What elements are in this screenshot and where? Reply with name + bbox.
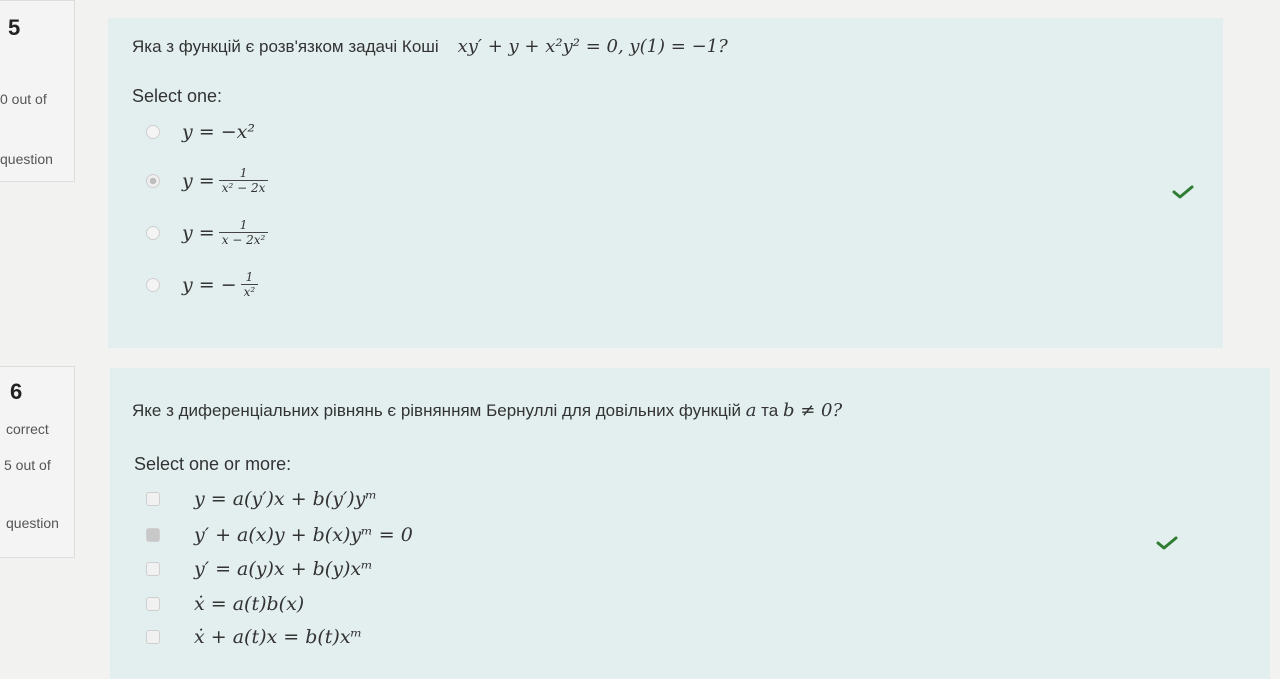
question-state: correct xyxy=(6,421,49,437)
option-formula-lhs: y = xyxy=(182,221,215,244)
question-grade: 5 out of xyxy=(4,457,51,473)
answer-option[interactable]: y′ + a(x)y + b(x)yᵐ = 0 xyxy=(146,524,413,546)
option-formula: y = −x² xyxy=(182,121,255,143)
option-formula-lhs: y = xyxy=(182,169,215,192)
flag-question[interactable]: question xyxy=(6,515,59,531)
select-prompt: Select one or more: xyxy=(134,454,292,474)
check-icon xyxy=(1172,185,1194,199)
option-formula: ẋ = a(t)b(x) xyxy=(194,593,305,615)
answer-option[interactable]: y = 1 x² − 2x xyxy=(146,166,269,195)
option-fraction: 1x − 2x² xyxy=(218,218,269,247)
answer-option[interactable]: y = 1x − 2x² xyxy=(146,218,269,247)
question-info-6: 6 correct 5 out of question xyxy=(0,366,75,558)
question-card-6: Яке з диференціальних рівнянь є рівняння… xyxy=(110,368,1270,679)
checkbox[interactable] xyxy=(146,492,160,506)
question-grade: 0 out of xyxy=(0,91,47,107)
answer-option[interactable]: y = −x² xyxy=(146,121,255,143)
checkbox[interactable] xyxy=(146,630,160,644)
radio-button[interactable] xyxy=(146,277,160,292)
checkbox[interactable] xyxy=(146,597,160,611)
answer-option[interactable]: ẋ + a(t)x = b(t)xᵐ xyxy=(146,626,362,648)
option-formula: ẋ + a(t)x = b(t)xᵐ xyxy=(194,626,363,648)
option-formula-lhs: y = − xyxy=(182,273,237,296)
question-text: Яке з диференціальних рівнянь є рівняння… xyxy=(132,400,843,421)
check-icon xyxy=(1156,536,1178,550)
cauchy-equation: xy′ + y + x²y² = 0, y(1) = −1? xyxy=(457,36,728,57)
question-card-5: Яка з функцій є розв'язком задачі Коші x… xyxy=(108,18,1223,348)
flag-question[interactable]: question xyxy=(0,151,53,167)
checkbox[interactable] xyxy=(146,562,160,576)
question-text: Яка з функцій є розв'язком задачі Коші x… xyxy=(132,36,728,57)
checkbox-checked[interactable] xyxy=(146,528,160,542)
option-formula: y = a(y′)x + b(y′)yᵐ xyxy=(194,488,378,510)
select-prompt: Select one: xyxy=(132,86,223,106)
radio-button[interactable] xyxy=(146,125,160,139)
question-info-5: 5 0 out of question xyxy=(0,0,75,182)
answer-option[interactable]: y = − 1 x² xyxy=(146,270,259,299)
option-formula: y′ = a(y)x + b(y)xᵐ xyxy=(194,558,373,580)
option-fraction: 1 x² xyxy=(240,270,259,299)
answer-option[interactable]: y′ = a(y)x + b(y)xᵐ xyxy=(146,558,373,580)
radio-button[interactable] xyxy=(146,225,160,240)
radio-button-selected[interactable] xyxy=(146,173,160,188)
answer-option[interactable]: ẋ = a(t)b(x) xyxy=(146,593,304,615)
answer-option[interactable]: y = a(y′)x + b(y′)yᵐ xyxy=(146,488,377,510)
option-formula: y′ + a(x)y + b(x)yᵐ = 0 xyxy=(194,524,413,546)
question-number: 6 xyxy=(10,379,23,404)
option-fraction: 1 x² − 2x xyxy=(218,166,269,195)
question-number: 5 xyxy=(8,15,21,40)
